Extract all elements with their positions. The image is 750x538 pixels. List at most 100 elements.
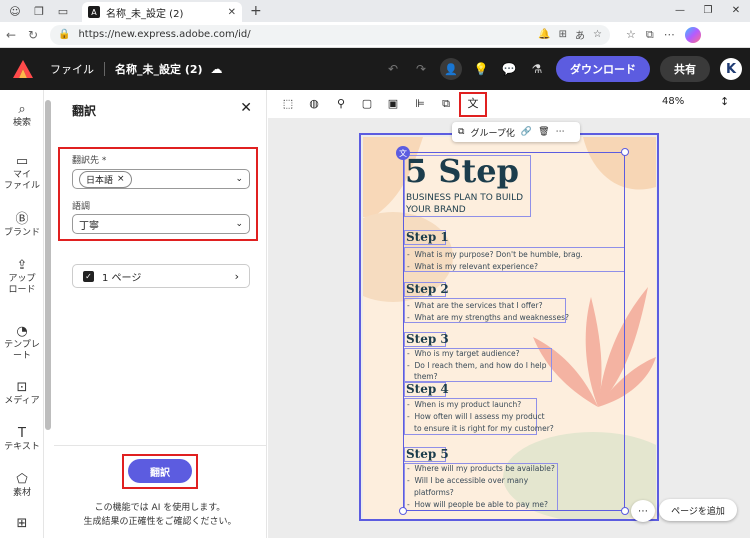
browser-tab[interactable]: A 名称_未_設定 (2) ✕ [82,2,242,22]
rail-label: テキスト [4,442,40,452]
rail-label: 素材 [12,488,31,498]
tone-label: 語調 [72,202,91,212]
adobe-express-logo-icon[interactable] [12,58,34,80]
more-options-icon[interactable]: ⋯ [556,127,565,137]
favorite-icon[interactable]: ☆ [593,29,602,40]
file-menu[interactable]: ファイル [50,61,94,77]
replace-icon[interactable]: ⬚ [281,97,295,111]
close-icon[interactable]: ✕ [240,100,252,116]
language-chip: 日本語 × [79,170,132,188]
apps-icon[interactable]: ⊞ [559,29,567,40]
translate-button[interactable]: 翻訳 [128,459,192,483]
elements-icon: ⬠ [16,472,28,487]
tab-actions-icon[interactable]: ▭ [54,2,72,20]
redo-icon[interactable]: ↷ [412,62,430,76]
workspaces-icon[interactable]: ❐ [30,2,48,20]
add-page-button[interactable]: ページを追加 [659,499,737,521]
checkbox-checked-icon[interactable]: ✓ [83,270,94,282]
tone-select[interactable]: 丁寧 ⌄ [72,214,250,234]
layers-icon[interactable]: ⧉ [439,97,453,111]
back-icon[interactable]: ← [0,28,22,42]
url-field[interactable]: 🔒 https://new.express.adobe.com/id/ 🔔 ⊞ … [50,24,610,45]
more-icon[interactable]: ⋯ [664,28,675,41]
rail-scrollbar[interactable] [45,100,51,430]
palette-icon[interactable]: ◍ [307,97,321,111]
cloud-icon: ☁ [210,62,223,76]
group-selection-outline [403,152,625,511]
rail-label: マイ ファイル [3,170,40,191]
chevron-down-icon: ⌄ [235,219,243,229]
document-name[interactable]: 名称_未_設定 (2) [115,61,203,77]
download-button[interactable]: ダウンロード [556,56,650,82]
rail-item-text[interactable]: T テキスト [0,426,44,453]
text-icon: T [18,426,26,441]
chevron-right-icon: › [234,269,239,283]
media-icon: ⊡ [16,380,28,395]
search-icon: ⌕ [18,102,26,117]
chevron-down-icon: ⌄ [235,174,243,184]
tone-value: 丁寧 [79,220,99,232]
rail-item-upload[interactable]: ⇪ アップ ロード [0,258,44,296]
minimize-icon[interactable]: — [666,0,694,22]
tab-title: 名称_未_設定 (2) [106,8,184,20]
undo-icon[interactable]: ↶ [384,62,402,76]
zoom-fit-icon[interactable]: ↕ [720,95,729,108]
rail-label: テンプレ ート [4,340,40,361]
shape-icon[interactable]: ▢ [360,97,374,111]
delete-icon[interactable]: 🗑 [538,127,549,137]
rail-item-templates[interactable]: ◔ テンプレ ート [0,325,44,362]
rail-item-elements[interactable]: ⬠ 素材 [0,472,44,499]
url-text: https://new.express.adobe.com/id/ [78,29,251,40]
copilot-icon[interactable] [684,26,701,43]
resize-handle[interactable] [399,507,407,515]
ai-note-line1: この機能では AI を使用します。 [94,503,226,513]
page-more-button[interactable]: ⋯ [631,500,655,522]
rail-item-search[interactable]: ⌕ 検索 [0,102,44,129]
rail-label: 検索 [12,118,31,128]
panel-title: 翻訳 [72,104,97,118]
brand-icon: Ⓑ [15,212,29,227]
resize-handle[interactable] [621,148,629,156]
rail-item-more[interactable]: ⊞ [0,517,44,532]
rail-item-brand[interactable]: Ⓑ ブランド [0,212,44,239]
resize-handle[interactable] [621,507,629,515]
translate-badge-icon[interactable]: 文 [396,146,410,160]
frame-icon[interactable]: ▣ [386,97,400,111]
read-aloud-icon[interactable]: あ [575,27,585,42]
window-close-icon[interactable]: ✕ [722,0,750,22]
idea-icon[interactable]: 💡 [472,62,490,76]
favorites-bar-icon[interactable]: ☆ [626,28,636,41]
notification-icon[interactable]: 🔔 [538,29,550,40]
align-icon[interactable]: ⊫ [413,97,427,111]
rail-label: メディア [4,396,40,406]
restore-icon[interactable]: ❐ [694,0,722,22]
avatar[interactable]: K [720,58,742,80]
rail-item-media[interactable]: ⊡ メディア [0,380,44,407]
comment-icon[interactable]: 💬 [500,62,518,76]
link-icon[interactable]: 🔗 [521,127,532,137]
share-button[interactable]: 共有 [660,56,710,82]
group-button[interactable]: グループ化 [470,126,514,139]
folder-icon: ▭ [15,154,29,169]
page-selector[interactable]: ✓ 1 ページ › [72,264,250,288]
group-icon: ⧉ [458,127,465,137]
target-language-select[interactable]: 日本語 × ⌄ [72,169,250,189]
collections-icon[interactable]: ⧉ [646,28,654,42]
tab-close-icon[interactable]: ✕ [228,7,236,18]
header-divider [104,62,105,76]
refresh-icon[interactable]: ↻ [22,28,44,42]
profile-icon[interactable]: ☺ [6,2,24,20]
rail-item-my-files[interactable]: ▭ マイ ファイル [0,154,44,192]
lock-icon: 🔒 [58,29,71,40]
invite-user-icon[interactable]: 👤 [440,58,462,80]
lab-icon[interactable]: ⚗ [528,62,546,76]
animate-icon[interactable]: ⚲ [334,97,348,111]
app-header: ファイル 名称_未_設定 (2) ☁ ↶ ↷ 👤 💡 💬 ⚗ ダウンロード 共有… [0,48,750,90]
chip-remove-icon[interactable]: × [117,174,125,184]
rail-label: ブランド [3,228,40,238]
browser-addressbar: ← ↻ 🔒 https://new.express.adobe.com/id/ … [0,22,750,48]
upload-icon: ⇪ [16,258,28,273]
zoom-level[interactable]: 48% [662,96,684,107]
new-tab-button[interactable]: + [250,3,262,19]
ai-note-line2: 生成結果の正確性をご確認ください。 [83,517,237,527]
